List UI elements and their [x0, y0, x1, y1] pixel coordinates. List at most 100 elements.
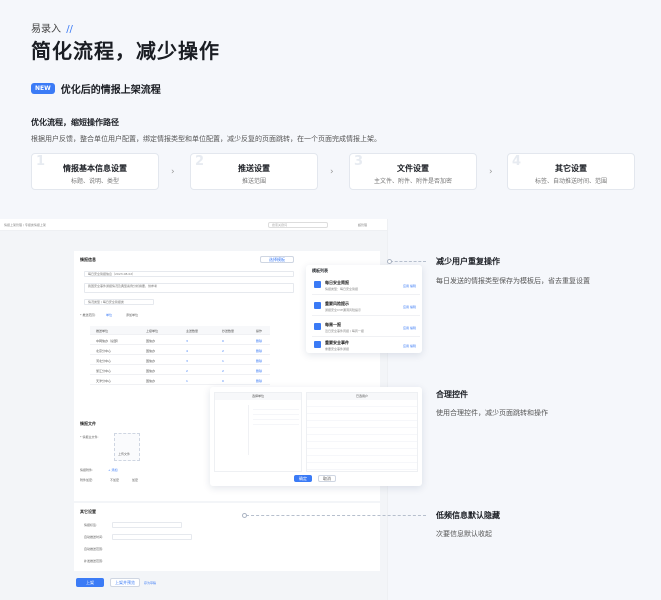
template-icon	[314, 323, 321, 330]
table-row: 中网信办（总部） 国信办 3 0 删除	[90, 336, 270, 345]
auto-time-input[interactable]	[112, 534, 192, 540]
th-cc: 抄送数量	[222, 329, 235, 333]
cell-main: 3	[186, 339, 188, 343]
selected-users-panel: 已选用户	[306, 392, 418, 472]
apply-link[interactable]: 应用	[403, 344, 409, 348]
cell-main: 4	[186, 349, 188, 353]
section-desc: 根据用户反馈，整合单位用户配置，绑定情报类型和单位配置，减少反复的页面跳转，在一…	[31, 135, 381, 143]
template-name: 重要安全事件	[325, 340, 349, 345]
step-desc: 推送范围	[241, 178, 266, 185]
search-input[interactable]: 搜索关键词	[268, 222, 328, 228]
delete-link[interactable]: 删除	[256, 379, 262, 383]
cell-cc: 2	[222, 369, 224, 373]
cell-cc: 1	[222, 359, 224, 363]
callout-dot	[387, 259, 392, 264]
select-template-button[interactable]: 选择模板	[260, 256, 294, 263]
type-select[interactable]: 情况类型 / 每日安全简报类	[84, 299, 154, 305]
user-menu[interactable]: 超管理	[358, 223, 367, 227]
preview-button[interactable]: 上架并预览	[110, 578, 140, 587]
unit-list[interactable]	[253, 405, 299, 425]
table-row: 北京分中心 国信办 4 2 删除	[90, 346, 270, 355]
template-item[interactable]: 每日安全简报 情报类型：每日安全简报 应用 编辑	[312, 277, 420, 295]
edit-link[interactable]: 编辑	[410, 344, 416, 348]
section-title: 优化流程，缩短操作路径	[31, 118, 119, 127]
template-desc: 情报类型：每日安全简报	[325, 287, 359, 291]
callout-dot	[242, 513, 247, 518]
apply-link[interactable]: 应用	[403, 326, 409, 330]
cell-main: 1	[186, 379, 188, 383]
edit-link[interactable]: 编辑	[410, 284, 416, 288]
title-field[interactable]: 每日安全简报信息（2023.08.02）	[84, 271, 294, 277]
selected-users-title: 已选用户	[307, 393, 417, 400]
table-row: 天津分中心 国信办 1 0 删除	[90, 376, 270, 385]
encrypt-option-yes[interactable]: 加密	[132, 478, 138, 482]
unit-tree-title: 选择单位	[215, 393, 301, 400]
cell-main: 2	[186, 369, 188, 373]
file-upload-box[interactable]: 上传文件	[114, 433, 140, 461]
info-title: 情报信息	[80, 257, 96, 262]
edit-link[interactable]: 编辑	[410, 326, 416, 330]
th-unit: 推送单位	[96, 329, 109, 333]
th-op: 操作	[256, 329, 263, 333]
template-list-title: 模板列表	[312, 268, 328, 273]
chevron-right-icon: ›	[171, 167, 175, 177]
step-card-2: 2 推送设置 推送范围	[190, 153, 318, 190]
apply-link[interactable]: 应用	[403, 305, 409, 309]
cancel-button[interactable]: 取消	[318, 475, 336, 482]
callout-desc: 使用合理控件，减少页面跳转和操作	[436, 409, 548, 417]
unit-tree[interactable]	[219, 405, 249, 455]
template-icon	[314, 302, 321, 309]
template-icon	[314, 281, 321, 288]
new-feature-title: 优化后的情报上架流程	[60, 85, 161, 96]
new-feature-row: NEW 优化后的情报上架流程	[31, 81, 161, 96]
attach-add-link[interactable]: + 添加	[108, 468, 117, 472]
delete-link[interactable]: 删除	[256, 369, 262, 373]
cell-main: 3	[186, 359, 188, 363]
push-option-add[interactable]: 添加单位	[126, 313, 138, 317]
edit-link[interactable]: 编辑	[410, 305, 416, 309]
template-item[interactable]: 重要风险提示 通报安全CVE漏洞风险提示 应用 编辑	[312, 298, 420, 316]
desc-field[interactable]: 我国安全事件通报情况及典型案例分析摘要，供参考	[84, 283, 294, 293]
confirm-button[interactable]: 确定	[294, 475, 312, 482]
draft-link[interactable]: 存为草稿	[144, 581, 156, 585]
tag-input[interactable]	[112, 522, 182, 528]
cell-unit: 北京分中心	[96, 349, 112, 353]
template-actions[interactable]: 应用 编辑	[403, 344, 416, 348]
eyebrow: 易录入 //	[31, 20, 73, 35]
callout-title: 低频信息默认隐藏	[436, 511, 500, 520]
template-name: 每日安全简报	[325, 280, 349, 285]
cell-cc: 2	[222, 349, 224, 353]
template-item[interactable]: 每周一报 近日安全事件周报 / 每周一报 应用 编辑	[312, 319, 420, 337]
cell-parent: 国信办	[146, 359, 156, 363]
breadcrumb: 情报上架管理 / 专报类情报上架	[4, 223, 46, 227]
delete-link[interactable]: 删除	[256, 349, 262, 353]
template-item[interactable]: 重要安全事件 重要安全事件通报 应用 编辑	[312, 337, 420, 355]
delete-link[interactable]: 删除	[256, 359, 262, 363]
callout-connector	[246, 515, 426, 516]
template-desc: 近日安全事件周报 / 每周一报	[325, 329, 364, 333]
push-option-unit[interactable]: 单位	[106, 313, 112, 317]
template-actions[interactable]: 应用 编辑	[403, 305, 416, 309]
apply-link[interactable]: 应用	[403, 284, 409, 288]
table-row: 浙江分中心 国信办 2 2 删除	[90, 366, 270, 375]
delete-link[interactable]: 删除	[256, 339, 262, 343]
table-row: 河北分中心 国信办 3 1 删除	[90, 356, 270, 365]
step-desc: 标签、自动推送时间、范围	[534, 178, 607, 185]
unit-tree-panel: 选择单位	[214, 392, 302, 472]
table-header: 推送单位 上级单位 主送数量 抄送数量 操作	[90, 326, 270, 335]
encrypt-option-no[interactable]: 不加密	[110, 478, 119, 482]
chevron-right-icon: ›	[489, 167, 493, 177]
template-desc: 通报安全CVE漏洞风险提示	[325, 308, 362, 312]
template-actions[interactable]: 应用 编辑	[403, 326, 416, 330]
eyebrow-mark: //	[66, 24, 73, 35]
th-parent: 上级单位	[146, 329, 159, 333]
cell-parent: 国信办	[146, 349, 156, 353]
eyebrow-text: 易录入	[31, 24, 61, 35]
step-title: 其它设置	[555, 164, 587, 173]
template-actions[interactable]: 应用 编辑	[403, 284, 416, 288]
submit-button[interactable]: 上架	[76, 578, 104, 587]
unit-select-modal: 选择单位 已选用户 确定 取消	[210, 387, 422, 486]
template-name: 每周一报	[325, 322, 341, 327]
other-title: 其它设置	[80, 509, 96, 514]
step-title: 情报基本信息设置	[63, 164, 127, 173]
